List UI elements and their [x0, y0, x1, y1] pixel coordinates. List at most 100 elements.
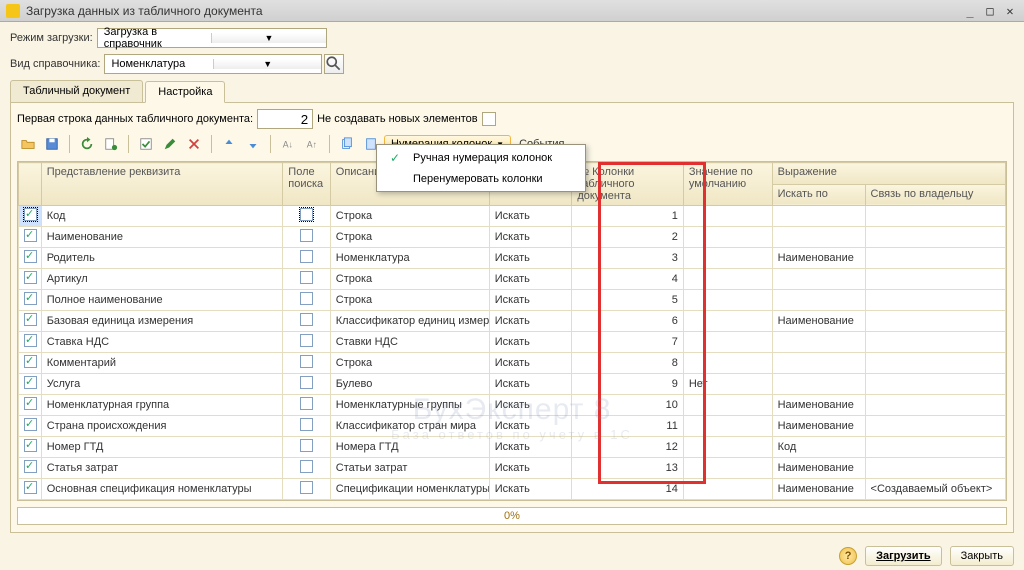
save-icon[interactable]	[41, 133, 63, 155]
row-checkbox[interactable]	[24, 460, 37, 473]
check-icon: ✓	[387, 151, 403, 165]
sort-desc-icon[interactable]: A↑	[301, 133, 323, 155]
row-checkbox[interactable]	[24, 376, 37, 389]
pole-checkbox[interactable]	[300, 355, 313, 368]
table-row[interactable]: Базовая единица измеренияКлассификатор е…	[19, 311, 1006, 332]
table-row[interactable]: РодительНоменклатураИскать3Наименование	[19, 248, 1006, 269]
cell-def	[683, 311, 772, 332]
col-isk[interactable]: Искать по	[772, 184, 865, 206]
pole-checkbox[interactable]	[300, 376, 313, 389]
separator	[128, 135, 129, 153]
cell-rez: Искать	[489, 332, 572, 353]
cell-num: 15	[572, 500, 684, 502]
no-create-checkbox[interactable]	[482, 112, 496, 126]
cell-num: 1	[572, 206, 684, 227]
table-row[interactable]: Ставка НДССтавки НДСИскать7	[19, 332, 1006, 353]
check-icon[interactable]	[135, 133, 157, 155]
pole-checkbox[interactable]	[300, 292, 313, 305]
col-check[interactable]	[19, 163, 42, 206]
col-sv[interactable]: Связь по владельцу	[865, 184, 1005, 206]
load-button[interactable]: Загрузить	[865, 546, 942, 566]
row-checkbox[interactable]	[24, 271, 37, 284]
chevron-down-icon[interactable]: ▼	[211, 33, 326, 43]
edit-icon[interactable]	[100, 133, 122, 155]
row-checkbox[interactable]	[24, 418, 37, 431]
pole-checkbox[interactable]	[300, 250, 313, 263]
move-up-icon[interactable]	[218, 133, 240, 155]
minimize-button[interactable]: _	[962, 4, 978, 18]
row-checkbox[interactable]	[24, 292, 37, 305]
cell-desc: Ставки НДС	[330, 332, 489, 353]
table-row[interactable]: УслугаБулевоИскать9Нет	[19, 374, 1006, 395]
row-checkbox[interactable]	[24, 355, 37, 368]
col-def[interactable]: Значение по умолчанию	[683, 163, 772, 206]
pole-checkbox[interactable]	[300, 418, 313, 431]
separator	[69, 135, 70, 153]
pole-checkbox[interactable]	[300, 313, 313, 326]
cell-rep: Базовая единица измерения	[41, 311, 283, 332]
row-checkbox[interactable]	[24, 439, 37, 452]
cell-desc: Строка	[330, 353, 489, 374]
ref-lookup-button[interactable]	[324, 54, 344, 74]
tab-document[interactable]: Табличный документ	[10, 80, 143, 102]
tab-settings[interactable]: Настройка	[145, 81, 225, 103]
maximize-button[interactable]: □	[982, 4, 998, 18]
table-row[interactable]: КодСтрокаИскать1	[19, 206, 1006, 227]
table-row[interactable]: АртикулСтрокаИскать4	[19, 269, 1006, 290]
table-row[interactable]: Страна происхожденияКлассификатор стран …	[19, 416, 1006, 437]
first-row-input[interactable]	[257, 109, 313, 129]
cell-isk: Наименование	[772, 416, 865, 437]
col-pole[interactable]: Поле поиска	[283, 163, 330, 206]
pole-checkbox[interactable]	[300, 208, 313, 221]
numbering-menu[interactable]: ✓ Ручная нумерация колонок Перенумероват…	[376, 144, 586, 192]
cell-num: 4	[572, 269, 684, 290]
grid[interactable]: Представление реквизита Поле поиска Опис…	[17, 161, 1007, 501]
pole-checkbox[interactable]	[300, 334, 313, 347]
pole-checkbox[interactable]	[300, 439, 313, 452]
row-checkbox[interactable]	[24, 481, 37, 494]
table-row[interactable]: КомментарийСтрокаИскать8	[19, 353, 1006, 374]
table-row[interactable]: НаименованиеСтрокаИскать2	[19, 227, 1006, 248]
row-checkbox[interactable]	[24, 334, 37, 347]
pencil-icon[interactable]	[159, 133, 181, 155]
pole-checkbox[interactable]	[300, 397, 313, 410]
cell-rez: Искать	[489, 206, 572, 227]
mode-combo[interactable]: Загрузка в справочник ▼	[97, 28, 327, 48]
cell-num: 5	[572, 290, 684, 311]
open-icon[interactable]	[17, 133, 39, 155]
cell-isk: Наименование	[772, 500, 865, 502]
delete-icon[interactable]	[183, 133, 205, 155]
row-checkbox[interactable]	[24, 313, 37, 326]
close-button[interactable]: ✕	[1002, 4, 1018, 18]
col-expr[interactable]: Выражение	[772, 163, 1005, 185]
table-row[interactable]: Статья затратСтатьи затратИскать13Наимен…	[19, 458, 1006, 479]
cell-def	[683, 500, 772, 502]
table-row[interactable]: Полное наименованиеСтрокаИскать5	[19, 290, 1006, 311]
table-row[interactable]: Номер ГТДНомера ГТДИскать12Код	[19, 437, 1006, 458]
menu-renumber[interactable]: Перенумеровать колонки	[379, 169, 583, 189]
row-checkbox[interactable]	[24, 397, 37, 410]
move-down-icon[interactable]	[242, 133, 264, 155]
row-checkbox[interactable]	[24, 229, 37, 242]
col-num[interactable]: № Колонки табличного документа	[572, 163, 684, 206]
pole-checkbox[interactable]	[300, 271, 313, 284]
col-rep[interactable]: Представление реквизита	[41, 163, 283, 206]
pole-checkbox[interactable]	[300, 460, 313, 473]
cell-def	[683, 479, 772, 500]
help-icon[interactable]: ?	[839, 547, 857, 565]
row-checkbox[interactable]	[24, 250, 37, 263]
table-row[interactable]: Номенклатурная группаНоменклатурные груп…	[19, 395, 1006, 416]
row-checkbox[interactable]	[24, 208, 37, 221]
sort-asc-icon[interactable]: A↓	[277, 133, 299, 155]
close-button-footer[interactable]: Закрыть	[950, 546, 1014, 566]
pole-checkbox[interactable]	[300, 229, 313, 242]
refresh-icon[interactable]	[76, 133, 98, 155]
table-row[interactable]: ПроизводительКонтрагентыИскать15Наименов…	[19, 500, 1006, 502]
cell-rez: Искать	[489, 416, 572, 437]
chevron-down-icon[interactable]: ▼	[213, 59, 322, 69]
pole-checkbox[interactable]	[300, 481, 313, 494]
menu-manual[interactable]: ✓ Ручная нумерация колонок	[379, 147, 583, 169]
copy-icon[interactable]	[336, 133, 358, 155]
ref-combo[interactable]: Номенклатура ▼	[104, 54, 322, 74]
table-row[interactable]: Основная спецификация номенклатурыСпециф…	[19, 479, 1006, 500]
